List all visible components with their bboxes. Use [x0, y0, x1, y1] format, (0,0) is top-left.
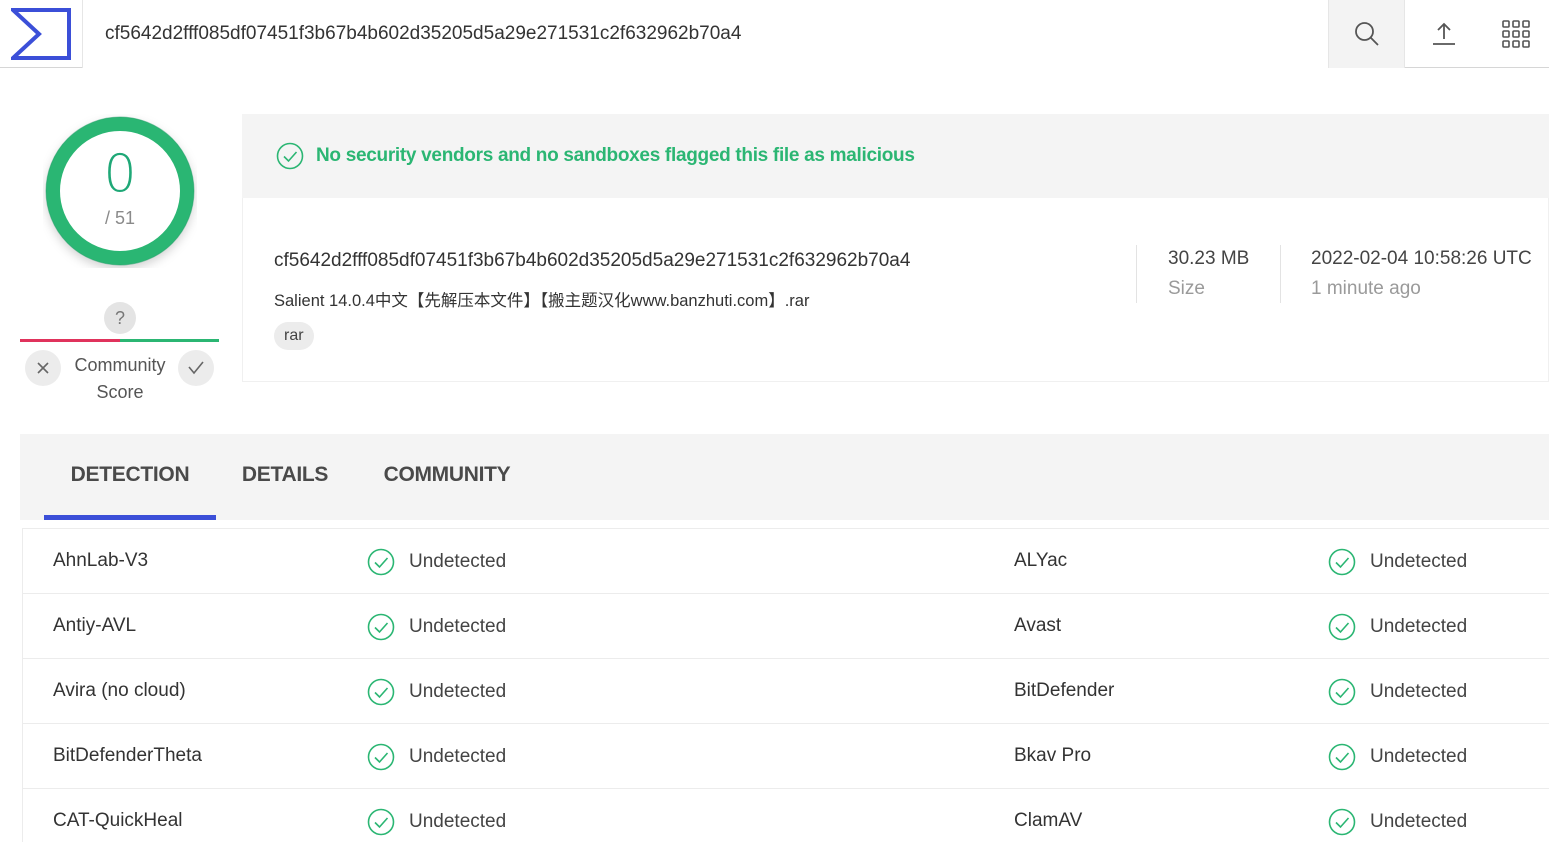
apps-menu-button[interactable] — [1482, 0, 1549, 68]
check-circle-icon — [1328, 548, 1356, 576]
tab-detection[interactable]: DETECTION — [44, 434, 216, 520]
table-row: AhnLab-V3 Undetected ALYac Undetected — [23, 529, 1549, 594]
detection-count: 0 — [103, 144, 137, 204]
community-label-line2: Score — [96, 382, 144, 402]
engine-result: Undetected — [1328, 678, 1467, 706]
engine-name: Antiy-AVL — [53, 615, 137, 636]
community-score: ? Community Score — [20, 300, 220, 410]
community-label-line1: Community — [74, 355, 166, 375]
analysis-date-relative: 1 minute ago — [1311, 278, 1421, 299]
community-score-label: Community Score — [60, 352, 180, 406]
engine-name: CAT-QuickHeal — [53, 810, 183, 831]
result-label: Undetected — [409, 746, 507, 767]
community-score-unknown: ? — [104, 302, 136, 334]
file-type-tag[interactable]: rar — [274, 322, 314, 350]
table-row: BitDefenderTheta Undetected Bkav Pro Und… — [23, 724, 1549, 789]
community-bar-harmless — [120, 339, 219, 342]
logo-icon — [11, 8, 71, 60]
result-label: Undetected — [409, 551, 507, 572]
file-hash: cf5642d2fff085df07451f3b67b4b602d35205d5… — [274, 250, 911, 271]
engine-name: AhnLab-V3 — [53, 550, 149, 571]
upload-icon — [1432, 22, 1455, 45]
engine-result: Undetected — [367, 678, 506, 706]
divider — [1280, 245, 1281, 303]
engine-name: ClamAV — [1014, 810, 1083, 831]
search-input[interactable] — [83, 0, 1328, 68]
analysis-date-value: 2022-02-04 10:58:26 UTC — [1311, 248, 1532, 269]
engine-result: Undetected — [1328, 548, 1467, 576]
verdict-banner: No security vendors and no sandboxes fla… — [242, 114, 1549, 198]
virustotal-logo[interactable] — [0, 0, 83, 68]
file-size-label: Size — [1168, 278, 1205, 299]
result-label: Undetected — [409, 681, 507, 702]
upload-button[interactable] — [1405, 0, 1482, 68]
vote-harmless-button[interactable] — [178, 350, 214, 386]
engine-result: Undetected — [1328, 613, 1467, 641]
search-button[interactable] — [1328, 0, 1405, 68]
verdict-text: No security vendors and no sandboxes fla… — [316, 145, 915, 166]
result-label: Undetected — [1370, 551, 1468, 572]
engine-result: Undetected — [367, 808, 506, 836]
engine-result: Undetected — [1328, 743, 1467, 771]
result-label: Undetected — [1370, 681, 1468, 702]
engine-total: / 51 — [104, 208, 136, 228]
file-info-panel: cf5642d2fff085df07451f3b67b4b602d35205d5… — [242, 198, 1549, 382]
engine-result: Undetected — [1328, 808, 1467, 836]
search-icon — [1354, 22, 1379, 46]
detection-results-table: AhnLab-V3 Undetected ALYac Undetected An… — [22, 528, 1549, 842]
engine-result: Undetected — [367, 548, 506, 576]
result-label: Undetected — [409, 616, 507, 637]
community-bar-malicious — [20, 339, 120, 342]
apps-grid-icon — [1501, 20, 1530, 48]
divider — [1136, 245, 1137, 303]
engine-name: Avira (no cloud) — [53, 680, 186, 701]
table-row: CAT-QuickHeal Undetected ClamAV Undetect… — [23, 789, 1549, 842]
result-label: Undetected — [1370, 811, 1468, 832]
table-row: Avira (no cloud) Undetected BitDefender … — [23, 659, 1549, 724]
engine-result: Undetected — [367, 613, 506, 641]
engine-name: BitDefenderTheta — [53, 745, 202, 766]
result-label: Undetected — [409, 811, 507, 832]
top-bar — [0, 0, 1549, 68]
vote-malicious-button[interactable] — [25, 350, 61, 386]
close-icon — [37, 362, 49, 374]
check-circle-icon — [367, 743, 395, 771]
check-circle-icon — [367, 548, 395, 576]
engine-name: ALYac — [1014, 550, 1068, 571]
result-label: Undetected — [1370, 746, 1468, 767]
tab-community[interactable]: COMMUNITY — [366, 434, 528, 520]
file-name: Salient 14.0.4中文【先解压本文件】【搬主题汉化www.banzhu… — [274, 292, 810, 310]
engine-result: Undetected — [367, 743, 506, 771]
check-circle-icon — [1328, 743, 1356, 771]
detection-score-ring: 0 / 51 — [43, 114, 197, 268]
check-circle-icon — [367, 678, 395, 706]
check-circle-icon — [1328, 613, 1356, 641]
engine-name: Bkav Pro — [1014, 745, 1092, 766]
check-circle-icon — [367, 613, 395, 641]
report-tabs: DETECTION DETAILS COMMUNITY — [20, 434, 1549, 520]
check-circle-icon — [1328, 808, 1356, 836]
check-circle-icon — [276, 142, 304, 170]
checkmark-icon — [188, 361, 204, 375]
result-label: Undetected — [1370, 616, 1468, 637]
check-circle-icon — [367, 808, 395, 836]
engine-name: BitDefender — [1014, 680, 1115, 701]
check-circle-icon — [1328, 678, 1356, 706]
table-row: Antiy-AVL Undetected Avast Undetected — [23, 594, 1549, 659]
engine-name: Avast — [1014, 615, 1062, 636]
tab-details[interactable]: DETAILS — [230, 434, 340, 520]
file-size-value: 30.23 MB — [1168, 248, 1250, 269]
